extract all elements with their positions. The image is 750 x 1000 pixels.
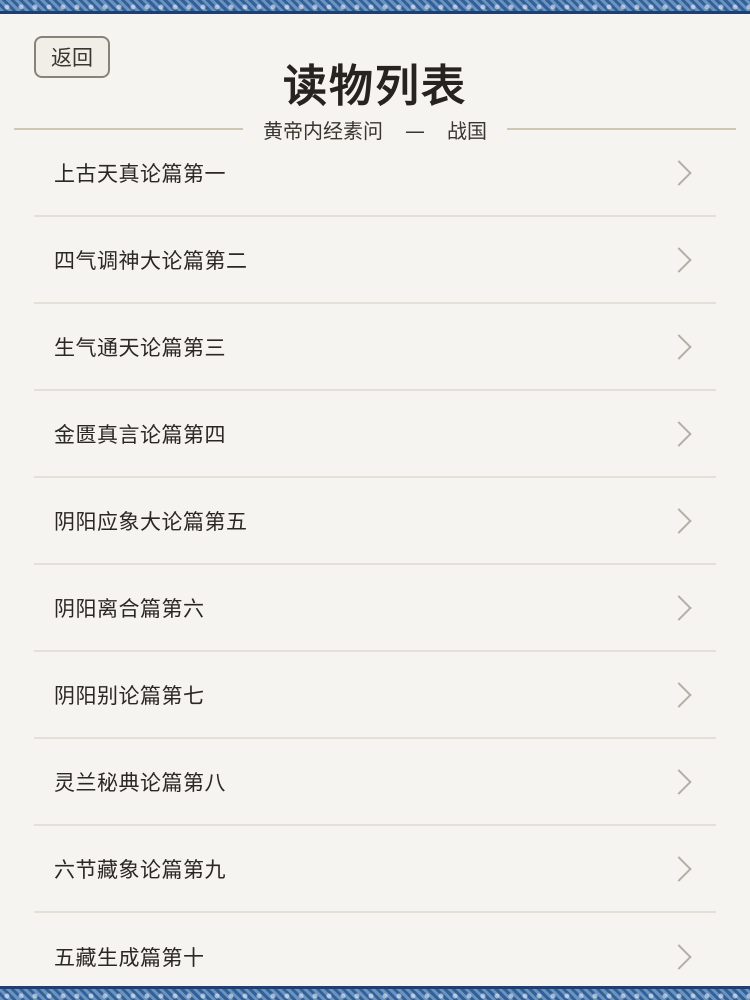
chevron-right-icon [666, 507, 692, 534]
chevron-right-icon [666, 159, 692, 186]
chapter-label: 六节藏象论篇第九 [54, 857, 226, 882]
chapter-label: 阴阳应象大论篇第五 [54, 509, 248, 534]
chapter-item[interactable]: 六节藏象论篇第九 [34, 826, 716, 913]
chevron-right-icon [666, 681, 692, 708]
chevron-right-icon [666, 246, 692, 273]
chapter-item[interactable]: 上古天真论篇第一 [34, 130, 716, 217]
chapter-item[interactable]: 金匮真言论篇第四 [34, 391, 716, 478]
chapter-label: 五藏生成篇第十 [54, 945, 205, 970]
reading-list-screen: 返回 读物列表 黄帝内经素问 — 战国 上古天真论篇第一 四气调神大论篇第二 生气通… [0, 0, 750, 1000]
chapter-label: 金匮真言论篇第四 [54, 422, 226, 447]
decorative-top-border [0, 0, 750, 14]
chapter-item[interactable]: 阴阳别论篇第七 [34, 652, 716, 739]
chapter-label: 四气调神大论篇第二 [54, 248, 248, 273]
decorative-bottom-border [0, 986, 750, 1000]
page-title: 读物列表 [283, 61, 467, 112]
chapter-item[interactable]: 四气调神大论篇第二 [34, 217, 716, 304]
chevron-right-icon [666, 943, 692, 970]
chapter-item[interactable]: 阴阳应象大论篇第五 [34, 478, 716, 565]
chapter-label: 灵兰秘典论篇第八 [54, 770, 226, 795]
chapter-list: 上古天真论篇第一 四气调神大论篇第二 生气通天论篇第三 金匮真言论篇第四 阴阳应… [34, 130, 716, 1000]
chapter-label: 生气通天论篇第三 [54, 335, 226, 360]
chapter-item[interactable]: 灵兰秘典论篇第八 [34, 739, 716, 826]
chevron-right-icon [666, 594, 692, 621]
chapter-item[interactable]: 生气通天论篇第三 [34, 304, 716, 391]
chevron-right-icon [666, 420, 692, 447]
chevron-right-icon [666, 855, 692, 882]
chapter-label: 上古天真论篇第一 [54, 161, 226, 186]
chapter-label: 阴阳离合篇第六 [54, 596, 205, 621]
chevron-right-icon [666, 768, 692, 795]
chapter-label: 阴阳别论篇第七 [54, 683, 205, 708]
chapter-item[interactable]: 阴阳离合篇第六 [34, 565, 716, 652]
chevron-right-icon [666, 333, 692, 360]
